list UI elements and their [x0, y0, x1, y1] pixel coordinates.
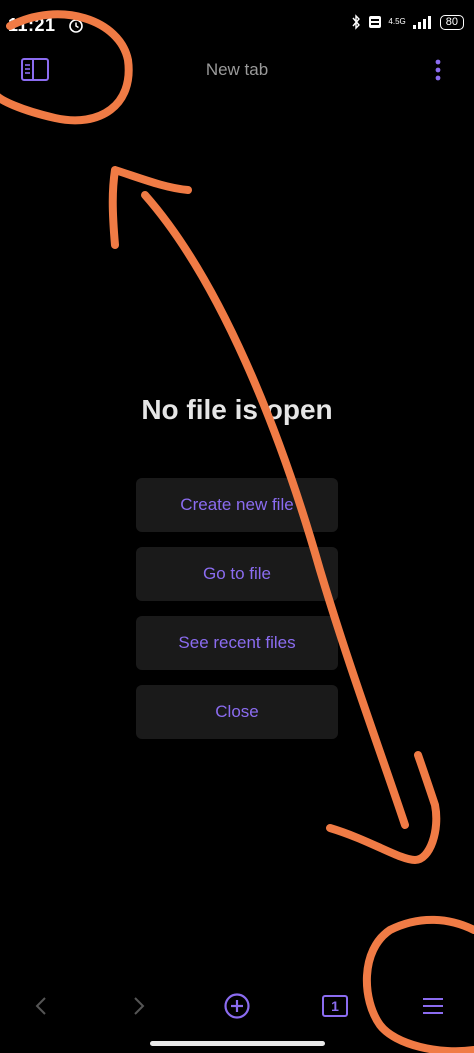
signal-icon — [412, 16, 431, 29]
alarm-icon — [69, 19, 83, 33]
more-options-button[interactable] — [428, 57, 448, 85]
tab-count-badge: 1 — [322, 995, 348, 1017]
tab-switcher-button[interactable]: 1 — [318, 988, 352, 1024]
go-to-file-button[interactable]: Go to file — [136, 547, 338, 601]
volte-icon — [369, 16, 382, 28]
tab-title: New tab — [205, 60, 269, 79]
home-indicator[interactable] — [150, 1041, 325, 1046]
see-recent-files-button[interactable]: See recent files — [136, 616, 338, 670]
plus-circle-icon — [224, 993, 250, 1019]
back-button[interactable] — [26, 988, 56, 1024]
create-new-file-button[interactable]: Create new file — [136, 478, 338, 532]
network-type: 4.5G — [388, 17, 406, 26]
status-time: 11:21 — [8, 15, 56, 35]
annotation-arrow-down — [326, 751, 441, 864]
menu-button[interactable] — [418, 988, 448, 1024]
empty-state-title: No file is open — [141, 394, 333, 425]
hamburger-menu-icon — [423, 998, 443, 1014]
status-icons: 4.5G 80 — [350, 14, 464, 30]
more-vertical-icon — [435, 59, 441, 81]
forward-button[interactable] — [124, 988, 154, 1024]
status-bar: 11:21 4.5G 80 — [0, 0, 474, 52]
chevron-right-icon — [134, 997, 145, 1015]
bluetooth-icon — [352, 14, 361, 30]
new-tab-button[interactable] — [220, 988, 254, 1024]
chevron-left-icon — [35, 997, 46, 1015]
battery-indicator: 80 — [439, 14, 464, 30]
close-button[interactable]: Close — [136, 685, 338, 739]
annotation-arrow-up — [108, 166, 192, 249]
